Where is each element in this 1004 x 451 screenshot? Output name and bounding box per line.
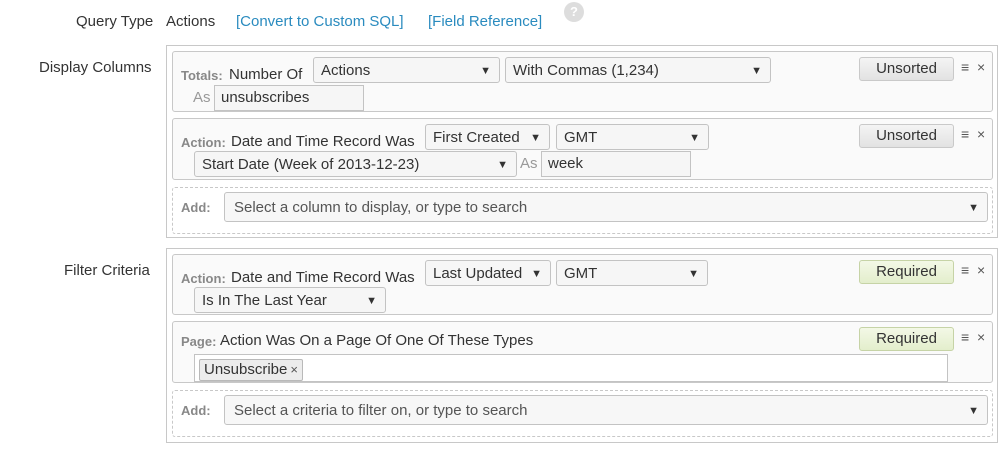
remove-icon[interactable]: × bbox=[977, 59, 985, 75]
chevron-down-icon: ▼ bbox=[531, 268, 542, 280]
add-tag: Add: bbox=[181, 200, 211, 215]
as-label: As bbox=[193, 89, 211, 106]
record-event-select-value: First Created bbox=[433, 129, 520, 146]
record-event-select-value: Last Updated bbox=[433, 265, 523, 282]
record-event-select[interactable]: Last Updated ▼ bbox=[425, 260, 551, 286]
required-button[interactable]: Required bbox=[859, 260, 954, 284]
chevron-down-icon: ▼ bbox=[689, 132, 700, 144]
convert-to-sql-link[interactable]: [Convert to Custom SQL] bbox=[236, 13, 404, 30]
remove-icon[interactable]: × bbox=[977, 126, 985, 142]
chevron-down-icon: ▼ bbox=[968, 405, 979, 417]
date-range-select-value: Is In The Last Year bbox=[202, 292, 327, 309]
query-type-value: Actions bbox=[166, 13, 216, 30]
format-select-value: With Commas (1,234) bbox=[513, 62, 659, 79]
page-type-multiselect[interactable]: Unsubscribe × bbox=[194, 354, 948, 382]
display-columns-label: Display Columns bbox=[39, 59, 152, 76]
date-range-select[interactable]: Is In The Last Year ▼ bbox=[194, 287, 386, 313]
row-text: Date and Time Record Was bbox=[231, 269, 415, 286]
as-label: As bbox=[520, 155, 538, 172]
chevron-down-icon: ▼ bbox=[751, 65, 762, 77]
alias-input[interactable]: unsubscribes bbox=[214, 85, 364, 111]
timezone-select[interactable]: GMT ▼ bbox=[556, 124, 709, 150]
drag-handle-icon[interactable]: ≡ bbox=[961, 262, 969, 278]
filter-criteria-panel: Action: Date and Time Record Was Last Up… bbox=[166, 248, 998, 443]
help-icon[interactable]: ? bbox=[564, 2, 584, 22]
remove-icon[interactable]: × bbox=[977, 329, 985, 345]
filter-row-action: Action: Date and Time Record Was Last Up… bbox=[172, 254, 993, 315]
display-column-row-totals: Totals: Number Of Actions ▼ With Commas … bbox=[172, 51, 993, 112]
remove-icon[interactable]: × bbox=[977, 262, 985, 278]
chevron-down-icon: ▼ bbox=[366, 295, 377, 307]
required-button[interactable]: Required bbox=[859, 327, 954, 351]
field-reference-link[interactable]: [Field Reference] bbox=[428, 13, 542, 30]
drag-handle-icon[interactable]: ≡ bbox=[961, 126, 969, 142]
row-type-tag: Totals: bbox=[181, 68, 223, 83]
timezone-select-value: GMT bbox=[564, 129, 598, 146]
drag-handle-icon[interactable]: ≡ bbox=[961, 329, 969, 345]
display-columns-panel: Totals: Number Of Actions ▼ With Commas … bbox=[166, 45, 998, 238]
row-type-tag: Page: bbox=[181, 334, 217, 349]
row-type-tag: Action: bbox=[181, 271, 226, 286]
metric-select[interactable]: Actions ▼ bbox=[313, 57, 500, 83]
sort-button[interactable]: Unsorted bbox=[859, 124, 954, 148]
chip-remove-icon[interactable]: × bbox=[290, 362, 298, 377]
chip-label: Unsubscribe bbox=[204, 361, 288, 378]
row-type-tag: Action: bbox=[181, 135, 226, 150]
filter-row-page: Page: Action Was On a Page Of One Of The… bbox=[172, 321, 993, 383]
display-column-row-action: Action: Date and Time Record Was First C… bbox=[172, 118, 993, 180]
add-tag: Add: bbox=[181, 403, 211, 418]
format-select[interactable]: With Commas (1,234) ▼ bbox=[505, 57, 771, 83]
chevron-down-icon: ▼ bbox=[968, 202, 979, 214]
add-column-select[interactable]: Select a column to display, or type to s… bbox=[224, 192, 988, 222]
add-column-placeholder: Select a column to display, or type to s… bbox=[234, 199, 528, 216]
add-filter-row: Add: Select a criteria to filter on, or … bbox=[172, 390, 993, 437]
chevron-down-icon: ▼ bbox=[480, 65, 491, 77]
metric-select-value: Actions bbox=[321, 62, 371, 79]
date-grouping-select-value: Start Date (Week of 2013-12-23) bbox=[202, 156, 420, 173]
record-event-select[interactable]: First Created ▼ bbox=[425, 124, 550, 150]
alias-input[interactable]: week bbox=[541, 151, 691, 177]
row-text: Date and Time Record Was bbox=[231, 133, 415, 150]
timezone-select-value: GMT bbox=[564, 265, 598, 282]
add-column-row: Add: Select a column to display, or type… bbox=[172, 187, 993, 234]
selected-page-type-chip: Unsubscribe × bbox=[199, 359, 303, 381]
row-text: Action Was On a Page Of One Of These Typ… bbox=[220, 332, 534, 349]
date-grouping-select[interactable]: Start Date (Week of 2013-12-23) ▼ bbox=[194, 151, 517, 177]
row-text: Number Of bbox=[229, 66, 303, 83]
chevron-down-icon: ▼ bbox=[530, 132, 541, 144]
filter-criteria-label: Filter Criteria bbox=[64, 262, 150, 279]
sort-button[interactable]: Unsorted bbox=[859, 57, 954, 81]
add-filter-select[interactable]: Select a criteria to filter on, or type … bbox=[224, 395, 988, 425]
chevron-down-icon: ▼ bbox=[688, 268, 699, 280]
drag-handle-icon[interactable]: ≡ bbox=[961, 59, 969, 75]
chevron-down-icon: ▼ bbox=[497, 159, 508, 171]
add-filter-placeholder: Select a criteria to filter on, or type … bbox=[234, 402, 528, 419]
timezone-select[interactable]: GMT ▼ bbox=[556, 260, 708, 286]
query-type-label: Query Type bbox=[76, 13, 154, 30]
